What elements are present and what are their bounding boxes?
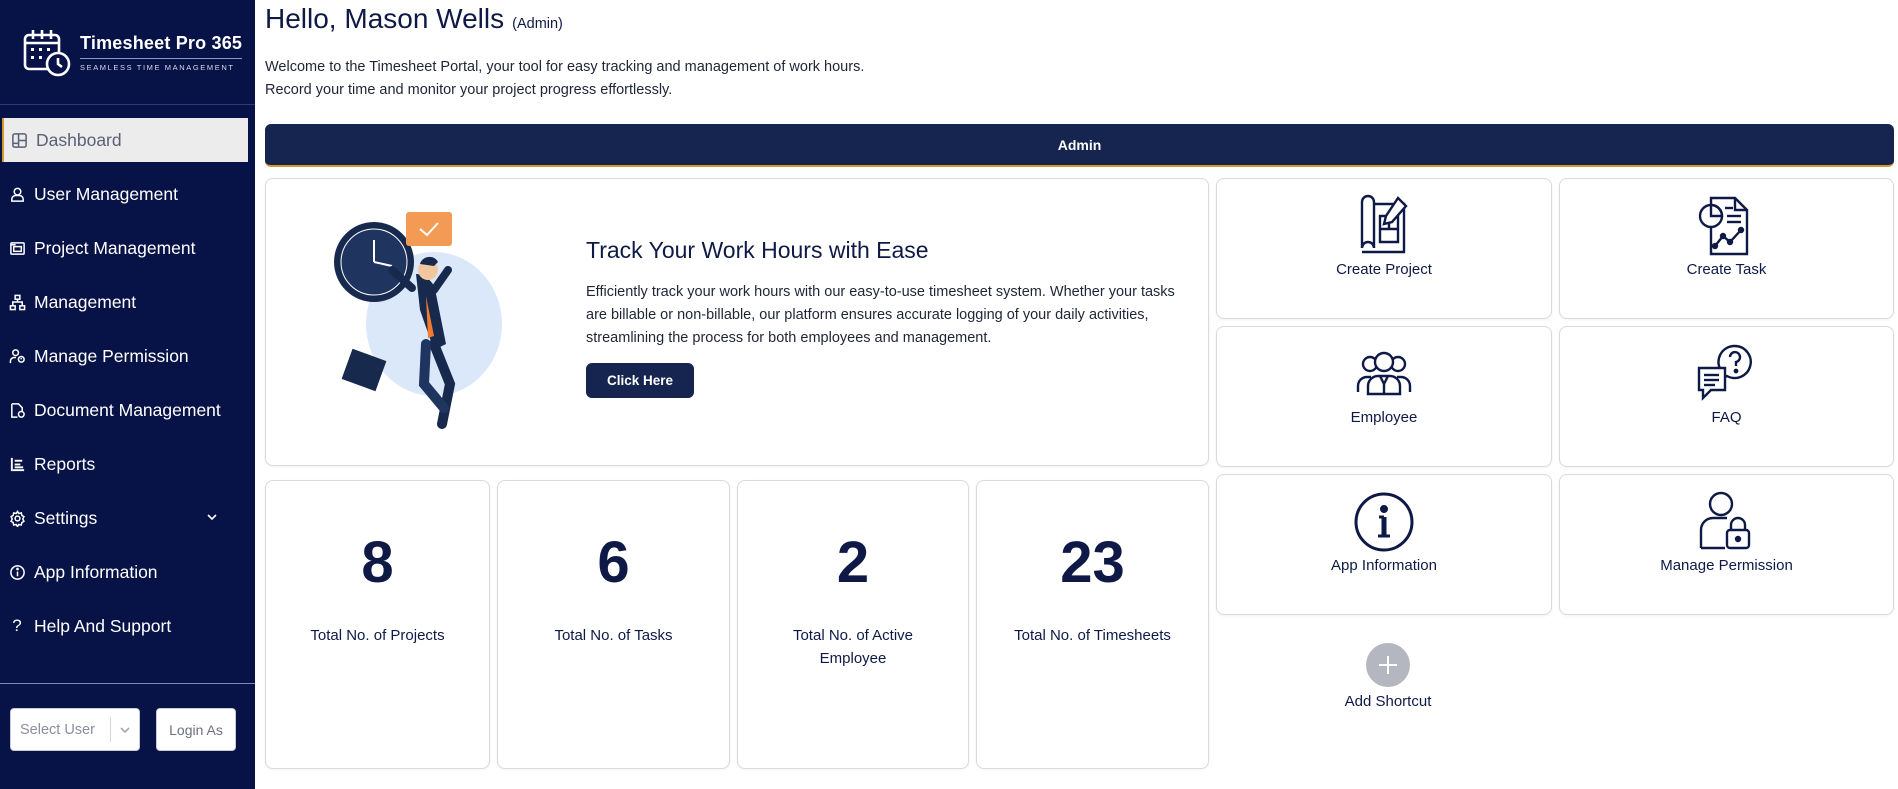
report-icon (8, 455, 26, 473)
sidebar-item-reports[interactable]: Reports (0, 442, 255, 486)
gear-icon (8, 509, 26, 527)
stat-card-active-employee: 2 Total No. of Active Employee (737, 480, 969, 769)
chevron-down-icon[interactable] (111, 723, 139, 737)
blueprint-icon (1360, 194, 1408, 254)
time-tracking-illustration (334, 212, 502, 429)
question-icon: ? (12, 616, 22, 635)
greeting: Hello, Mason Wells (Admin) (265, 3, 563, 35)
shortcut-create-project[interactable]: Create Project (1216, 178, 1552, 319)
sidebar-item-management[interactable]: Management (0, 280, 255, 324)
sidebar-item-label: Settings (34, 507, 98, 528)
shortcut-manage-permission[interactable]: Manage Permission (1559, 474, 1894, 615)
info-circle-icon (1354, 492, 1414, 552)
sidebar-nav: Dashboard User Management Project Manage… (0, 118, 255, 648)
stat-label: Total No. of Timesheets (1014, 627, 1171, 644)
stat-value: 2 (836, 530, 870, 595)
stat-label: Total No. of Active Employee (792, 627, 914, 667)
sidebar-item-manage-permission[interactable]: Manage Permission (0, 334, 255, 378)
sidebar-item-label: Manage Permission (34, 345, 189, 366)
employee-group-icon (1356, 351, 1412, 396)
folders-icon (8, 239, 26, 257)
shortcut-label: Employee (1350, 409, 1418, 426)
stat-value: 23 (1060, 530, 1125, 595)
dashboard-icon (10, 131, 28, 149)
shortcut-app-information[interactable]: App Information (1216, 474, 1552, 615)
sidebar-item-project-management[interactable]: Project Management (0, 226, 255, 270)
plus-icon[interactable] (1366, 643, 1410, 687)
shortcut-label: Create Task (1686, 261, 1767, 278)
faq-chat-icon (1697, 344, 1752, 401)
sidebar-item-label: Management (34, 291, 137, 312)
admin-tab[interactable]: Admin (265, 124, 1894, 167)
document-icon (8, 401, 26, 419)
sidebar-item-label: Help And Support (34, 615, 172, 636)
user-role: (Admin) (512, 16, 563, 32)
stat-card-tasks: 6 Total No. of Tasks (497, 480, 730, 769)
hero-description: Efficiently track your work hours with o… (586, 284, 1175, 346)
shortcut-label: Manage Permission (1660, 557, 1793, 574)
sidebar-item-label: Document Management (34, 399, 221, 420)
sidebar-item-label: Reports (34, 453, 96, 474)
sidebar-item-label: App Information (34, 561, 158, 582)
brand: Timesheet Pro 365 SEAMLESS TIME MANAGEME… (0, 0, 255, 105)
welcome-line-1: Welcome to the Timesheet Portal, your to… (265, 59, 865, 75)
sidebar-item-document-management[interactable]: Document Management (0, 388, 255, 432)
chevron-down-icon (207, 514, 217, 521)
stat-value: 6 (597, 530, 630, 595)
stat-card-projects: 8 Total No. of Projects (265, 480, 490, 769)
click-here-button[interactable]: Click Here (586, 363, 694, 398)
brand-tagline: SEAMLESS TIME MANAGEMENT (80, 57, 243, 72)
task-report-icon (1698, 196, 1748, 256)
sidebar-item-settings[interactable]: Settings (0, 496, 255, 540)
sidebar-item-label: Dashboard (36, 129, 122, 150)
sidebar-item-user-management[interactable]: User Management (0, 172, 255, 216)
user-icon (8, 185, 26, 203)
login-as-button[interactable]: Login As (156, 708, 236, 751)
user-permission-icon (8, 347, 26, 365)
info-icon (8, 563, 26, 581)
welcome-line-2: Record your time and monitor your projec… (265, 82, 673, 98)
page-title: Hello, Mason Wells (265, 3, 505, 34)
shortcut-faq[interactable]: FAQ (1559, 326, 1894, 467)
sidebar-item-app-information[interactable]: App Information (0, 550, 255, 594)
shortcut-label: FAQ (1711, 409, 1742, 426)
select-user-dropdown[interactable]: Select User (10, 708, 140, 751)
stat-card-timesheets: 23 Total No. of Timesheets (976, 480, 1209, 769)
hierarchy-icon (8, 293, 26, 311)
hero-card: Track Your Work Hours with Ease Efficien… (265, 178, 1209, 466)
shortcut-employee[interactable]: Employee (1216, 326, 1552, 467)
sidebar-footer: Select User Login As (0, 683, 255, 789)
calendar-clock-icon (23, 30, 71, 77)
sidebar-item-label: User Management (34, 183, 178, 204)
stat-label: Total No. of Projects (310, 627, 445, 644)
shortcut-create-task[interactable]: Create Task (1559, 178, 1894, 319)
user-lock-icon (1699, 491, 1750, 550)
brand-name: Timesheet Pro 365 (80, 32, 243, 53)
sidebar-item-label: Project Management (34, 237, 196, 258)
shortcut-label: App Information (1331, 557, 1437, 574)
hero-title: Track Your Work Hours with Ease (586, 237, 929, 263)
sidebar: Timesheet Pro 365 SEAMLESS TIME MANAGEME… (0, 0, 255, 789)
stat-label: Total No. of Tasks (554, 627, 673, 644)
shortcut-label: Create Project (1336, 261, 1432, 278)
add-shortcut-label: Add Shortcut (1344, 693, 1432, 710)
welcome-text: Welcome to the Timesheet Portal, your to… (265, 56, 864, 102)
stat-value: 8 (361, 530, 394, 595)
select-user-placeholder: Select User (20, 721, 95, 738)
sidebar-item-dashboard[interactable]: Dashboard (2, 118, 248, 162)
add-shortcut[interactable]: Add Shortcut (1343, 643, 1433, 710)
sidebar-item-help-and-support[interactable]: ? Help And Support (0, 604, 255, 648)
